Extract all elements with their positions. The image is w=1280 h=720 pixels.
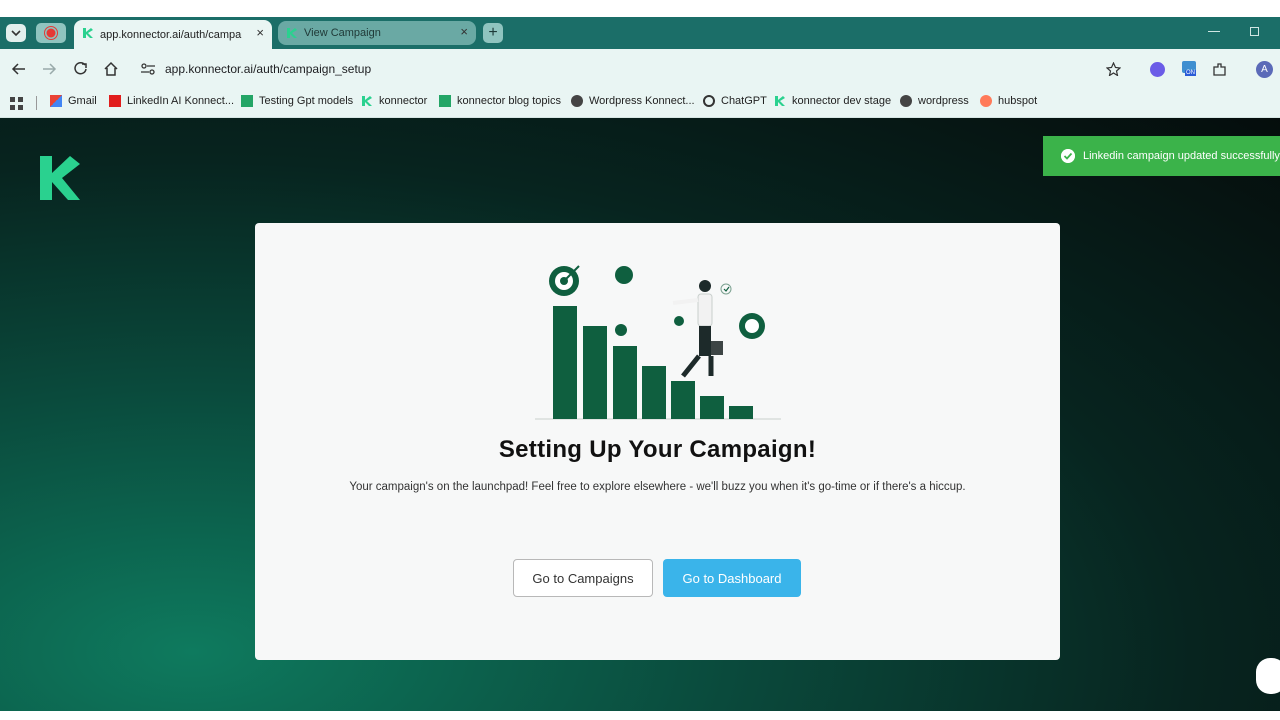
gmail-icon (50, 95, 62, 107)
globe-icon (571, 95, 583, 107)
sheets-icon (241, 95, 253, 107)
close-tab-icon[interactable]: × (460, 24, 468, 39)
setup-description: Your campaign's on the launchpad! Feel f… (349, 481, 966, 493)
bookmarks-bar: Gmail LinkedIn AI Konnect... Testing Gpt… (0, 89, 1280, 118)
chevron-down-icon (11, 30, 21, 37)
bookmark-gmail[interactable]: Gmail (50, 95, 97, 107)
extension-badge: ON (1185, 70, 1196, 76)
reload-icon[interactable] (73, 61, 88, 76)
check-circle-icon (1061, 149, 1075, 163)
bookmark-konnector-dev[interactable]: konnector dev stage (774, 95, 891, 107)
chatgpt-icon (703, 95, 715, 107)
page-title: Setting Up Your Campaign! (498, 436, 817, 463)
campaign-growth-illustration (535, 265, 781, 420)
bookmark-star-icon[interactable] (1106, 62, 1121, 76)
omnibox[interactable]: app.konnector.ai/auth/campaign_setup (136, 56, 1136, 82)
go-to-dashboard-button[interactable]: Go to Dashboard (663, 559, 801, 597)
linkedin-icon (109, 95, 121, 107)
new-tab-button[interactable]: + (483, 23, 503, 43)
page-content: Linkedin campaign updated successfully S… (0, 118, 1280, 711)
close-tab-icon[interactable]: × (256, 25, 264, 40)
konnector-logo[interactable] (40, 156, 80, 200)
extension-icon-2[interactable]: ON (1182, 61, 1199, 78)
sheets-icon (439, 95, 451, 107)
site-settings-icon[interactable] (140, 62, 156, 76)
divider (36, 96, 37, 110)
extensions-puzzle-icon[interactable] (1212, 62, 1227, 77)
bookmark-chatgpt[interactable]: ChatGPT (703, 95, 767, 107)
address-bar: app.konnector.ai/auth/campaign_setup ON … (0, 49, 1280, 89)
home-icon[interactable] (103, 61, 119, 76)
tab-bar: app.konnector.ai/auth/campaig × View Cam… (0, 17, 1280, 49)
toast-message: Linkedin campaign updated successfully (1083, 150, 1280, 162)
tab-search-button[interactable] (6, 24, 26, 42)
apps-grid-icon[interactable] (10, 97, 23, 110)
extension-icon-1[interactable] (1150, 62, 1165, 77)
bookmark-hubspot[interactable]: hubspot (980, 95, 1037, 107)
window-top-strip (0, 0, 1280, 17)
restore-button[interactable] (1250, 27, 1259, 36)
profile-avatar[interactable]: A (1256, 61, 1273, 78)
tab-title: app.konnector.ai/auth/campaig (100, 28, 242, 41)
minimize-button[interactable] (1208, 31, 1220, 32)
bookmark-wordpress-konnect[interactable]: Wordpress Konnect... (571, 95, 695, 107)
record-icon (44, 26, 58, 40)
success-toast: Linkedin campaign updated successfully (1043, 136, 1280, 176)
record-indicator[interactable] (36, 23, 66, 43)
tab-view-campaign[interactable]: View Campaign × (278, 21, 476, 45)
konnector-icon (362, 96, 372, 106)
window-bottom-strip (0, 711, 1280, 720)
konnector-favicon-icon (83, 28, 93, 38)
globe-icon (900, 95, 912, 107)
bookmark-wordpress[interactable]: wordpress (900, 95, 969, 107)
forward-icon[interactable] (41, 62, 57, 76)
back-icon[interactable] (11, 62, 27, 76)
konnector-icon (775, 96, 785, 106)
bookmark-testing-gpt[interactable]: Testing Gpt models (241, 95, 353, 107)
tab-campaign-setup[interactable]: app.konnector.ai/auth/campaig × (74, 20, 272, 49)
campaign-setup-card: Setting Up Your Campaign! Your campaign'… (255, 223, 1060, 660)
chat-widget-button[interactable] (1256, 658, 1280, 694)
go-to-campaigns-button[interactable]: Go to Campaigns (513, 559, 653, 597)
konnector-favicon-icon (287, 28, 297, 38)
tab-title: View Campaign (304, 27, 381, 39)
bookmark-linkedin[interactable]: LinkedIn AI Konnect... (109, 95, 234, 107)
bookmark-konnector[interactable]: konnector (361, 95, 427, 107)
url-text[interactable]: app.konnector.ai/auth/campaign_setup (165, 62, 371, 76)
hubspot-icon (980, 95, 992, 107)
bookmark-blog-topics[interactable]: konnector blog topics (439, 95, 561, 107)
